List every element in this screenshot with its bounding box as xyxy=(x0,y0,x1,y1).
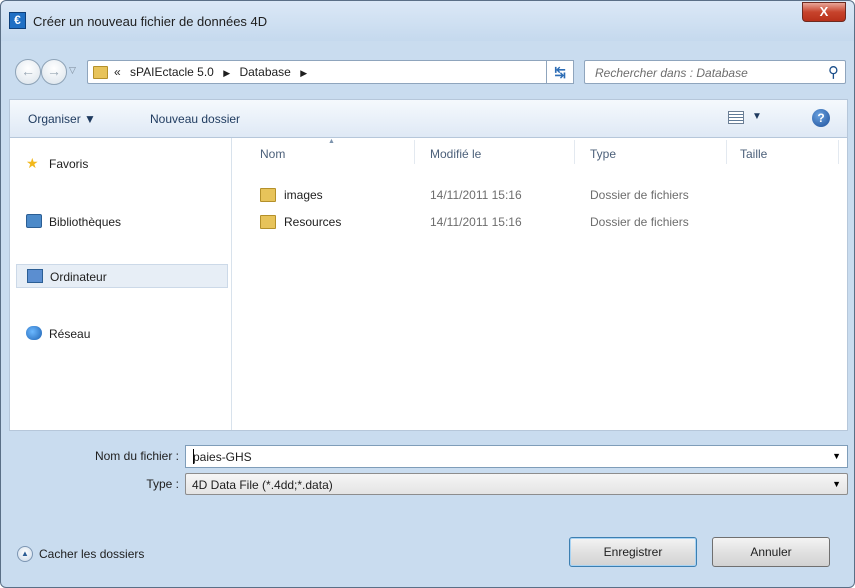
view-options-icon[interactable] xyxy=(728,111,744,124)
cancel-button[interactable]: Annuler xyxy=(712,537,830,567)
file-dialog: € Créer un nouveau fichier de données 4D… xyxy=(0,0,855,588)
type-label: Type : xyxy=(146,477,179,491)
filename-label: Nom du fichier : xyxy=(94,449,179,463)
column-header-type[interactable]: Type xyxy=(590,147,616,161)
search-input[interactable]: Rechercher dans : Database ⚲ xyxy=(584,60,846,84)
new-folder-button[interactable]: Nouveau dossier xyxy=(150,112,240,126)
star-icon: ★ xyxy=(26,155,39,171)
sidebar-item-label: Bibliothèques xyxy=(49,215,122,229)
search-icon[interactable]: ⚲ xyxy=(828,63,839,81)
sidebar-item-reseau[interactable]: Réseau xyxy=(16,322,228,346)
folder-icon xyxy=(93,66,108,79)
sidebar-item-label: Favoris xyxy=(49,157,89,171)
chevron-up-icon: ▲ xyxy=(17,546,33,562)
sort-ascending-icon: ▲ xyxy=(328,138,335,145)
folder-icon xyxy=(260,215,276,229)
breadcrumb-overflow[interactable]: « xyxy=(114,65,121,79)
column-header-size[interactable]: Taille xyxy=(740,147,767,161)
browser-pane: ★ Favoris Bibliothèques Ordinateur Résea… xyxy=(9,137,848,431)
address-row: ← → ▽ « sPAIEctacle 5.0 ▶ Database ▶ ▼ ↹… xyxy=(9,57,848,87)
filename-value: paies-GHS xyxy=(193,450,252,464)
column-header-name[interactable]: Nom xyxy=(260,147,285,161)
column-headers: ▲ Nom Modifié le Type Taille xyxy=(234,138,847,166)
sidebar-item-favoris[interactable]: ★ Favoris xyxy=(16,152,228,176)
breadcrumb: « sPAIEctacle 5.0 ▶ Database ▶ xyxy=(114,65,313,79)
help-icon[interactable]: ? xyxy=(812,109,830,127)
chevron-down-icon[interactable]: ▼ xyxy=(832,451,841,461)
history-dropdown-icon[interactable]: ▽ xyxy=(69,65,76,76)
sidebar-item-label: Réseau xyxy=(49,327,91,341)
file-row[interactable]: Resources 14/11/2011 15:16 Dossier de fi… xyxy=(234,212,847,232)
file-type: Dossier de fichiers xyxy=(590,215,689,229)
column-divider[interactable] xyxy=(726,140,727,164)
folder-icon xyxy=(260,188,276,202)
file-type-select[interactable]: 4D Data File (*.4dd;*.data) ▼ xyxy=(185,473,848,495)
file-name: Resources xyxy=(284,215,342,229)
library-icon xyxy=(26,214,42,228)
file-row[interactable]: images 14/11/2011 15:16 Dossier de fichi… xyxy=(234,185,847,205)
column-header-modified[interactable]: Modifié le xyxy=(430,147,481,161)
organize-button[interactable]: Organiser ▼ xyxy=(28,112,96,126)
back-button[interactable]: ← xyxy=(15,59,41,85)
file-modified: 14/11/2011 15:16 xyxy=(430,215,522,229)
file-name: images xyxy=(284,188,323,202)
breadcrumb-item[interactable]: sPAIEctacle 5.0 xyxy=(130,65,214,79)
forward-button[interactable]: → xyxy=(41,59,67,85)
close-button[interactable]: X xyxy=(802,2,846,22)
filename-field[interactable]: paies-GHS ▼ xyxy=(185,445,848,468)
navigation-pane: ★ Favoris Bibliothèques Ordinateur Résea… xyxy=(10,138,232,430)
address-bar[interactable]: « sPAIEctacle 5.0 ▶ Database ▶ ▼ xyxy=(87,60,612,84)
network-icon xyxy=(26,326,42,340)
sidebar-item-ordinateur[interactable]: Ordinateur xyxy=(16,264,228,288)
hide-folders-label: Cacher les dossiers xyxy=(39,547,145,561)
chevron-down-icon[interactable]: ▼ xyxy=(832,479,841,489)
title-bar: € Créer un nouveau fichier de données 4D… xyxy=(1,1,854,41)
search-placeholder: Rechercher dans : Database xyxy=(595,66,748,80)
file-type-value: 4D Data File (*.4dd;*.data) xyxy=(192,478,333,492)
app-icon: € xyxy=(9,12,26,29)
window-title: Créer un nouveau fichier de données 4D xyxy=(33,14,268,29)
breadcrumb-item[interactable]: Database xyxy=(239,65,290,79)
file-modified: 14/11/2011 15:16 xyxy=(430,188,522,202)
view-dropdown-icon[interactable]: ▼ xyxy=(752,111,762,122)
column-divider[interactable] xyxy=(414,140,415,164)
command-bar: Organiser ▼ Nouveau dossier ▼ ? xyxy=(9,99,848,137)
file-type: Dossier de fichiers xyxy=(590,188,689,202)
save-button[interactable]: Enregistrer xyxy=(569,537,697,567)
column-divider[interactable] xyxy=(838,140,839,164)
chevron-right-icon[interactable]: ▶ xyxy=(223,68,230,78)
computer-icon xyxy=(27,269,43,283)
sidebar-item-bibliotheques[interactable]: Bibliothèques xyxy=(16,210,228,234)
refresh-icon[interactable]: ↹ xyxy=(546,60,574,84)
chevron-right-icon[interactable]: ▶ xyxy=(300,68,307,78)
column-divider[interactable] xyxy=(574,140,575,164)
sidebar-item-label: Ordinateur xyxy=(50,270,107,284)
